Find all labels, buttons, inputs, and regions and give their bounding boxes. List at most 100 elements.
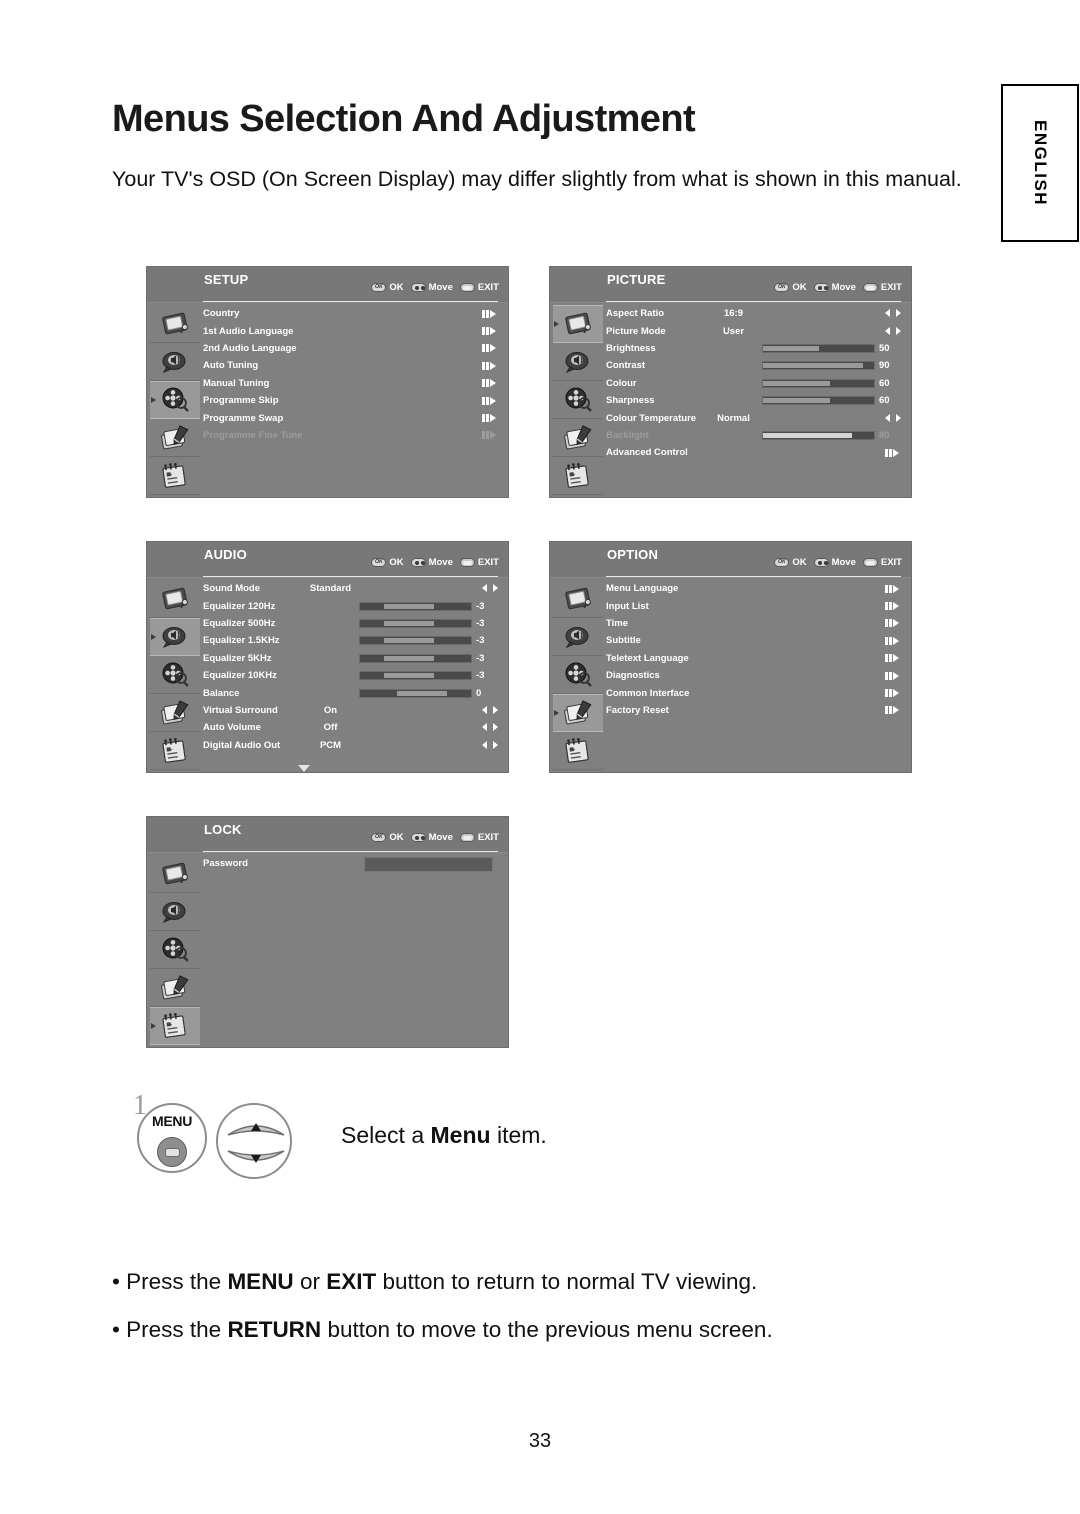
osd-body-lock: Password (147, 853, 508, 1047)
osd-row[interactable]: Equalizer 120Hz -3 (203, 597, 502, 614)
password-input[interactable] (364, 856, 493, 872)
osd-row[interactable]: Digital Audio Out PCM (203, 737, 502, 754)
updown-nav-button[interactable] (216, 1103, 292, 1179)
osd-row[interactable]: Subtitle (606, 632, 905, 649)
osd-row[interactable]: Common Interface (606, 684, 905, 701)
osd-row[interactable]: Input List (606, 597, 905, 614)
sidebar-option-slot[interactable] (150, 694, 200, 732)
osd-row[interactable]: Auto Tuning (203, 357, 502, 374)
osd-slider[interactable] (762, 396, 875, 406)
sidebar-lock-slot[interactable] (150, 732, 200, 770)
osd-row[interactable]: Sound Mode Standard (203, 580, 502, 597)
osd-slider[interactable] (762, 430, 875, 440)
osd-slider[interactable] (762, 378, 875, 388)
osd-hints: OK Move EXIT (774, 282, 902, 293)
osd-row[interactable]: Programme Swap (203, 409, 502, 426)
osd-item-list: Aspect Ratio 16:9 Picture Mode User Brightne… (606, 305, 905, 462)
sidebar-picture-slot[interactable] (150, 855, 200, 893)
osd-row[interactable]: Diagnostics (606, 667, 905, 684)
hint-exit-label: EXIT (477, 557, 499, 568)
note-pre: • Press the (112, 1269, 228, 1294)
sidebar-audio-slot[interactable] (150, 343, 200, 381)
osd-slider[interactable] (762, 343, 875, 353)
osd-row-label: Teletext Language (606, 652, 689, 664)
sidebar-lock-slot[interactable] (553, 457, 603, 495)
sidebar-lock-slot[interactable] (150, 457, 200, 495)
osd-row[interactable]: Balance 0 (203, 684, 502, 701)
osd-row[interactable]: 1st Audio Language (203, 322, 502, 339)
osd-row-number: -3 (476, 617, 485, 629)
osd-row[interactable]: Colour Temperature Normal (606, 409, 905, 426)
sidebar-setup-slot[interactable] (150, 656, 200, 694)
osd-slider[interactable] (359, 671, 472, 681)
lock-icon (561, 462, 595, 490)
osd-slider[interactable] (762, 361, 875, 371)
osd-slider[interactable] (359, 636, 472, 646)
osd-row[interactable]: Programme Skip (203, 392, 502, 409)
sidebar-picture-slot[interactable] (553, 305, 603, 343)
osd-title-option: OPTION (607, 547, 659, 562)
sidebar-audio-slot[interactable] (150, 618, 200, 656)
osd-row[interactable]: Equalizer 5KHz -3 (203, 650, 502, 667)
osd-row[interactable]: Factory Reset (606, 702, 905, 719)
sidebar-option-slot[interactable] (553, 694, 603, 732)
sidebar-setup-slot[interactable] (553, 381, 603, 419)
osd-row[interactable]: Contrast 90 (606, 357, 905, 374)
osd-slider[interactable] (359, 618, 472, 628)
hint-move: Move (410, 557, 453, 568)
osd-row[interactable]: Aspect Ratio 16:9 (606, 305, 905, 322)
setup-icon (158, 661, 192, 689)
osd-row[interactable]: Equalizer 500Hz -3 (203, 615, 502, 632)
sidebar-lock-slot[interactable] (553, 732, 603, 770)
hint-move: Move (813, 557, 856, 568)
sidebar-option-slot[interactable] (150, 419, 200, 457)
osd-row[interactable]: Sharpness 60 (606, 392, 905, 409)
sidebar-setup-slot[interactable] (150, 381, 200, 419)
submenu-arrow-icon (482, 379, 496, 388)
osd-row[interactable]: Virtual Surround On (203, 702, 502, 719)
picture-icon (561, 585, 595, 613)
osd-row[interactable]: Auto Volume Off (203, 719, 502, 736)
osd-row-label: Programme Swap (203, 412, 284, 424)
osd-row[interactable]: Equalizer 1.5KHz -3 (203, 632, 502, 649)
osd-row[interactable]: Teletext Language (606, 650, 905, 667)
osd-row[interactable]: 2nd Audio Language (203, 340, 502, 357)
osd-row-label: Equalizer 500Hz (203, 617, 276, 629)
osd-row[interactable]: Picture Mode User (606, 322, 905, 339)
submenu-arrow-icon (482, 414, 496, 423)
picture-icon (158, 860, 192, 888)
osd-divider (606, 575, 901, 577)
osd-row[interactable]: Country (203, 305, 502, 322)
sidebar-setup-slot[interactable] (150, 931, 200, 969)
osd-row[interactable]: Programme Fine Tune (203, 427, 502, 444)
sidebar-lock-slot[interactable] (150, 1007, 200, 1045)
sidebar-audio-slot[interactable] (553, 343, 603, 381)
osd-slider[interactable] (359, 601, 472, 611)
osd-body-setup: Country 1st Audio Language 2nd Audio Langu… (147, 303, 508, 497)
hint-ok-label: OK (389, 282, 404, 293)
sidebar-picture-slot[interactable] (150, 580, 200, 618)
sidebar-setup-slot[interactable] (553, 656, 603, 694)
osd-row[interactable]: Manual Tuning (203, 375, 502, 392)
osd-row[interactable]: Brightness 50 (606, 340, 905, 357)
osd-row[interactable]: Colour 60 (606, 375, 905, 392)
osd-divider (203, 575, 498, 577)
scroll-down-chevron-icon[interactable] (297, 765, 310, 772)
osd-row[interactable]: Menu Language (606, 580, 905, 597)
osd-row[interactable]: Time (606, 615, 905, 632)
option-icon (158, 424, 192, 452)
sidebar-picture-slot[interactable] (553, 580, 603, 618)
sidebar-audio-slot[interactable] (553, 618, 603, 656)
osd-row[interactable]: Advanced Control (606, 444, 905, 461)
menu-button[interactable]: MENU (137, 1103, 207, 1173)
sidebar-audio-slot[interactable] (150, 893, 200, 931)
osd-row[interactable]: Equalizer 10KHz -3 (203, 667, 502, 684)
sidebar-option-slot[interactable] (553, 419, 603, 457)
sidebar-picture-slot[interactable] (150, 305, 200, 343)
osd-slider[interactable] (359, 688, 472, 698)
osd-row[interactable]: Password (203, 855, 502, 872)
sidebar-option-slot[interactable] (150, 969, 200, 1007)
osd-slider[interactable] (359, 653, 472, 663)
osd-row[interactable]: Backlight 80 (606, 427, 905, 444)
ok-button-icon (371, 558, 387, 567)
